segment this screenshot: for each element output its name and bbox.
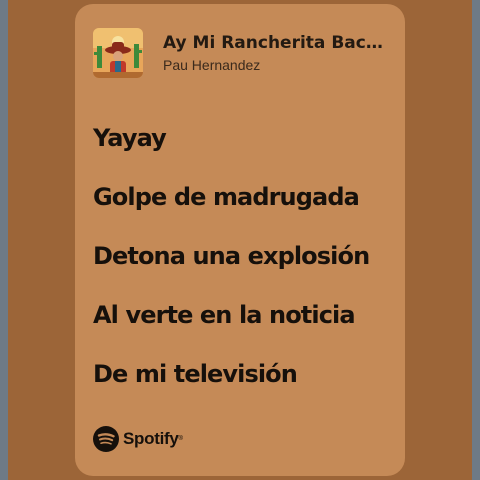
lyric-line: Yayay bbox=[93, 124, 167, 152]
artist-name[interactable]: Pau Hernandez bbox=[163, 56, 393, 74]
lyric-line: Detona una explosión bbox=[93, 242, 370, 270]
lyrics-block: Yayay Golpe de madrugada Detona una expl… bbox=[93, 118, 370, 413]
lyric-line: De mi televisión bbox=[93, 360, 298, 388]
song-title[interactable]: Ay Mi Rancherita Bach... bbox=[163, 32, 393, 54]
spotify-wordmark: Spotify bbox=[123, 429, 179, 448]
left-edge-strip bbox=[0, 0, 8, 480]
lyric-line: Al verte en la noticia bbox=[93, 301, 356, 329]
track-header[interactable]: Ay Mi Rancherita Bach... Pau Hernandez bbox=[93, 28, 393, 78]
lyrics-card: Ay Mi Rancherita Bach... Pau Hernandez Y… bbox=[75, 4, 405, 476]
spotify-brand[interactable]: Spotify ® bbox=[93, 426, 183, 452]
album-cover-icon bbox=[93, 28, 143, 78]
right-edge-strip bbox=[472, 0, 480, 480]
lyric-line: Golpe de madrugada bbox=[93, 183, 360, 211]
spotify-icon bbox=[93, 426, 119, 452]
